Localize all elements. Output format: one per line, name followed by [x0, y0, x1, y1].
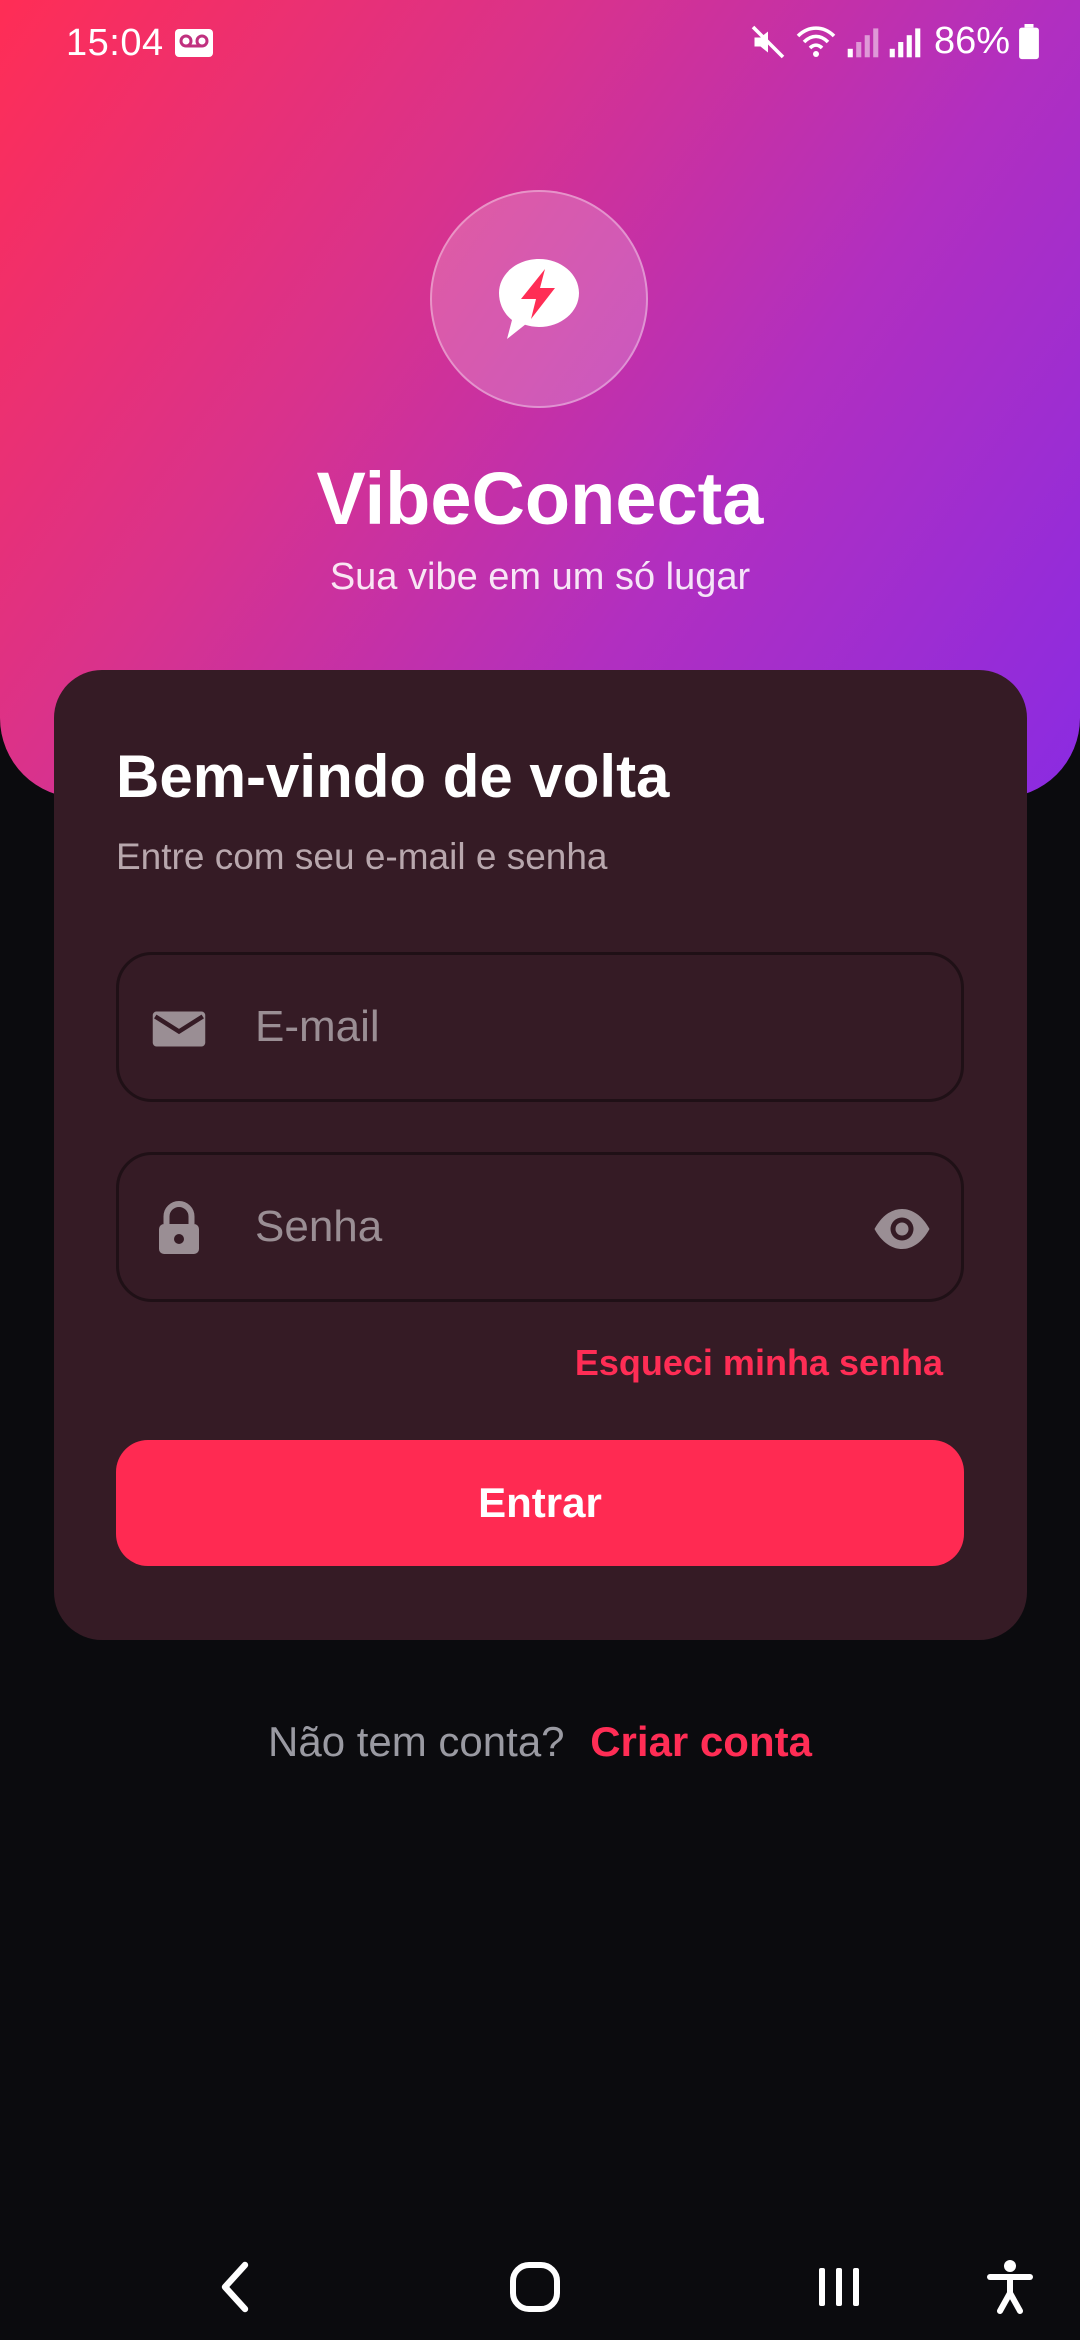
login-button[interactable]: Entrar [116, 1440, 964, 1566]
accessibility-button[interactable] [975, 2252, 1045, 2322]
create-account-link[interactable]: Criar conta [590, 1718, 812, 1765]
card-subtitle: Entre com seu e-mail e senha [116, 836, 608, 877]
card-title: Bem-vindo de volta [116, 743, 670, 810]
signup-row: Não tem conta? Criar conta [0, 1718, 1080, 1766]
home-icon [510, 2262, 560, 2312]
status-bar: 15:04 86% [0, 0, 1080, 88]
eye-icon[interactable] [871, 1199, 933, 1259]
email-input[interactable] [255, 955, 815, 1099]
recents-icon [819, 2268, 859, 2306]
nav-back-button[interactable] [200, 2252, 270, 2322]
signup-prompt: Não tem conta? [268, 1718, 565, 1765]
nav-home-button[interactable] [500, 2252, 570, 2322]
email-field[interactable] [116, 952, 964, 1102]
app-tagline: Sua vibe em um só lugar [329, 556, 751, 598]
chat-bolt-icon [499, 259, 579, 339]
forgot-password-link[interactable]: Esqueci minha senha [575, 1342, 943, 1384]
app-title: VibeConecta [316, 457, 764, 540]
status-icons: 86% [750, 20, 1040, 63]
system-nav-bar [0, 2230, 1080, 2340]
password-field[interactable] [116, 1152, 964, 1302]
battery-percent: 86% [933, 20, 1010, 62]
nav-recents-button[interactable] [804, 2252, 874, 2322]
accessibility-icon [987, 2260, 1033, 2314]
login-card: Bem-vindo de volta Entre com seu e-mail … [54, 670, 1027, 1640]
signal-icon-sim1 [847, 27, 879, 57]
mail-icon [152, 1011, 206, 1047]
password-input[interactable] [255, 1155, 815, 1299]
status-time: 15:04 [66, 22, 164, 64]
lock-icon [159, 1201, 199, 1254]
wifi-icon [796, 25, 836, 57]
chevron-left-icon [221, 2261, 249, 2313]
signal-icon-sim2 [889, 27, 921, 57]
mute-icon [751, 25, 785, 58]
login-screen: 15:04 86% VibeConecta Sua vibe em um só … [0, 0, 1080, 2340]
battery-icon [1019, 23, 1039, 59]
app-logo [430, 190, 648, 408]
voicemail-icon [175, 29, 213, 57]
